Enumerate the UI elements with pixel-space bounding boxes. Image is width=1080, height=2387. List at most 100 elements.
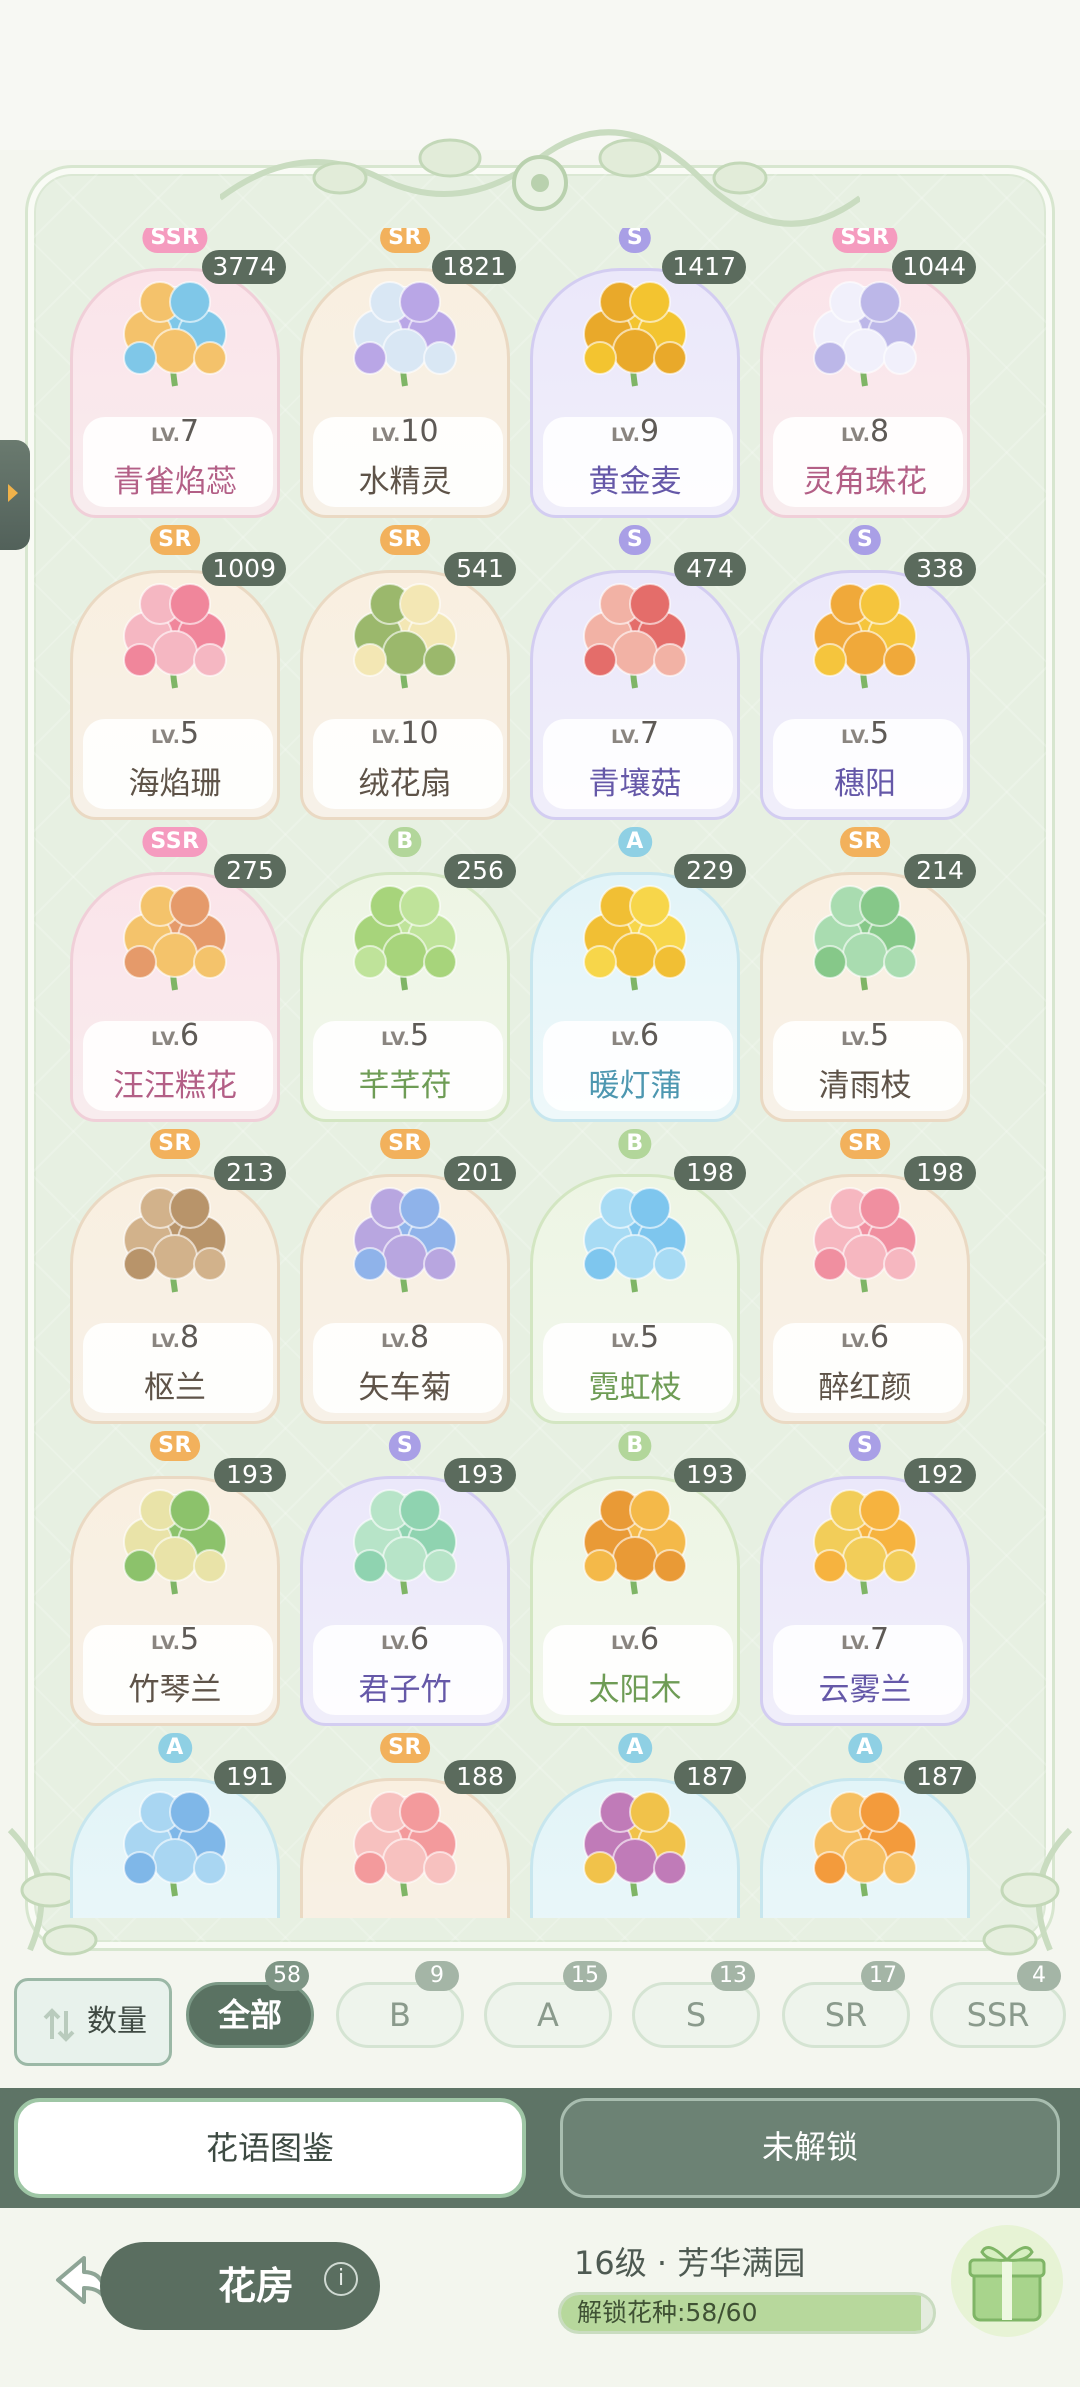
flower-name: 枢兰 bbox=[144, 1370, 206, 1406]
flower-name: 太阳木 bbox=[588, 1672, 682, 1708]
level-prefix: LV. bbox=[610, 424, 640, 446]
filter-chip-label: B bbox=[389, 1996, 411, 2034]
rarity-badge: S bbox=[618, 525, 652, 555]
flower-card[interactable]: SSR 1044 LV.8 灵角珠花 bbox=[760, 228, 976, 518]
flower-card[interactable]: B 256 LV.5 芊芊苻 bbox=[300, 827, 516, 1122]
rarity-badge: SSR bbox=[832, 228, 898, 253]
flower-illustration-icon bbox=[813, 1489, 917, 1595]
sort-by-count-button[interactable]: 数量 bbox=[14, 1978, 172, 2066]
level-value: 6 bbox=[869, 1320, 890, 1355]
flower-illustration-icon bbox=[123, 281, 227, 387]
level-value: 8 bbox=[409, 1320, 430, 1355]
rarity-badge: SR bbox=[150, 525, 200, 555]
flower-card[interactable]: S 1417 LV.9 黄金麦 bbox=[530, 228, 746, 518]
side-drawer-handle[interactable] bbox=[0, 440, 30, 550]
flower-level: LV.6 bbox=[760, 1320, 970, 1355]
flower-illustration-icon bbox=[353, 281, 457, 387]
flower-card[interactable]: SR 188 bbox=[300, 1733, 516, 1918]
flower-card[interactable]: SR 201 LV.8 矢车菊 bbox=[300, 1129, 516, 1424]
tab-flower-codex[interactable]: 花语图鉴 bbox=[14, 2098, 526, 2198]
flower-name: 穗阳 bbox=[834, 766, 896, 802]
filter-chip-ssr[interactable]: SSR 4 bbox=[930, 1961, 1066, 2048]
flower-card[interactable]: SR 193 LV.5 竹琴兰 bbox=[70, 1431, 286, 1726]
rarity-badge: S bbox=[848, 525, 882, 555]
filter-chip-label: SSR bbox=[966, 1996, 1030, 2034]
flower-card[interactable]: A 187 bbox=[760, 1733, 976, 1918]
flower-illustration-icon bbox=[353, 1489, 457, 1595]
flower-card[interactable]: SSR 275 LV.6 汪汪糕花 bbox=[70, 827, 286, 1122]
flower-card[interactable]: SSR 3774 LV.7 青雀焰蕊 bbox=[70, 228, 286, 518]
rarity-badge: SR bbox=[840, 1129, 890, 1159]
flower-card[interactable]: A 229 LV.6 暖灯蒲 bbox=[530, 827, 746, 1122]
flower-name: 清雨枝 bbox=[818, 1068, 912, 1104]
flower-card[interactable]: SR 1009 LV.5 海焰珊 bbox=[70, 525, 286, 820]
filter-chip-sr[interactable]: SR 17 bbox=[782, 1961, 910, 2048]
flower-card[interactable]: S 192 LV.7 云雾兰 bbox=[760, 1431, 976, 1726]
filter-chip-b[interactable]: B9 bbox=[336, 1961, 464, 2048]
filter-chip-a[interactable]: A 15 bbox=[484, 1961, 612, 2048]
flower-level: LV.7 bbox=[530, 716, 740, 751]
progress-label: 解锁花种:58/60 bbox=[577, 2298, 758, 2327]
filter-bar: 数量 全部 58 B 9 A 15 S 13 SR 17 SSR 4 bbox=[0, 1960, 1080, 2070]
filter-chip-label: SR bbox=[824, 1996, 868, 2034]
flower-level: LV.5 bbox=[70, 1622, 280, 1657]
level-value: 5 bbox=[869, 1018, 890, 1053]
flower-count-badge: 193 bbox=[444, 1458, 516, 1492]
rarity-badge: SR bbox=[840, 827, 890, 857]
rarity-badge: SR bbox=[380, 1129, 430, 1159]
flower-name: 云雾兰 bbox=[818, 1672, 912, 1708]
flower-card[interactable]: S 474 LV.7 青壤菇 bbox=[530, 525, 746, 820]
flower-count-badge: 201 bbox=[444, 1156, 516, 1190]
level-prefix: LV. bbox=[380, 1632, 410, 1654]
flower-card[interactable]: SR 541 LV.10 绒花扇 bbox=[300, 525, 516, 820]
flower-name: 竹琴兰 bbox=[128, 1672, 222, 1708]
filter-chip-count: 9 bbox=[415, 1961, 459, 1991]
flower-count-badge: 1009 bbox=[202, 552, 286, 586]
level-value: 8 bbox=[179, 1320, 200, 1355]
flower-name: 霓虹枝 bbox=[588, 1370, 682, 1406]
flower-card[interactable]: S 338 LV.5 穗阳 bbox=[760, 525, 976, 820]
flower-card[interactable]: A 191 bbox=[70, 1733, 286, 1918]
flower-card[interactable]: B 198 LV.5 霓虹枝 bbox=[530, 1129, 746, 1424]
flower-count-badge: 1821 bbox=[432, 250, 516, 284]
flower-illustration-icon bbox=[813, 1791, 917, 1897]
level-value: 7 bbox=[639, 716, 660, 751]
info-icon[interactable]: i bbox=[324, 2262, 358, 2296]
flower-name: 醉红颜 bbox=[818, 1370, 912, 1406]
flower-name: 暖灯蒲 bbox=[588, 1068, 682, 1104]
level-prefix: LV. bbox=[840, 726, 870, 748]
flower-count-badge: 193 bbox=[214, 1458, 286, 1492]
sort-label: 数量 bbox=[87, 2004, 147, 2039]
flower-card[interactable]: SR 1821 LV.10 水精灵 bbox=[300, 228, 516, 518]
level-prefix: LV. bbox=[371, 726, 401, 748]
flower-count-badge: 3774 bbox=[202, 250, 286, 284]
flower-level: LV.7 bbox=[70, 414, 280, 449]
filter-chip-all[interactable]: 全部 58 bbox=[186, 1961, 314, 2048]
flower-illustration-icon bbox=[583, 583, 687, 689]
flower-illustration-icon bbox=[583, 885, 687, 991]
tab-locked[interactable]: 未解锁 bbox=[560, 2098, 1060, 2198]
rarity-badge: SR bbox=[150, 1129, 200, 1159]
flower-card[interactable]: S 193 LV.6 君子竹 bbox=[300, 1431, 516, 1726]
level-value: 6 bbox=[639, 1018, 660, 1053]
flower-illustration-icon bbox=[813, 1187, 917, 1293]
level-value: 10 bbox=[400, 414, 439, 449]
filter-chip-s[interactable]: S 13 bbox=[632, 1961, 760, 2048]
flower-card[interactable]: SR 213 LV.8 枢兰 bbox=[70, 1129, 286, 1424]
flower-level: LV.10 bbox=[300, 414, 510, 449]
unlock-progress-bar: 解锁花种:58/60 bbox=[558, 2292, 936, 2334]
flower-count-badge: 1417 bbox=[662, 250, 746, 284]
flower-illustration-icon bbox=[123, 1187, 227, 1293]
flower-card[interactable]: SR 214 LV.5 清雨枝 bbox=[760, 827, 976, 1122]
flower-level: LV.5 bbox=[70, 716, 280, 751]
flower-card[interactable]: A 187 bbox=[530, 1733, 746, 1918]
level-value: 6 bbox=[179, 1018, 200, 1053]
flower-count-badge: 192 bbox=[904, 1458, 976, 1492]
level-prefix: LV. bbox=[840, 1330, 870, 1352]
flower-illustration-icon bbox=[583, 1187, 687, 1293]
rarity-badge: SR bbox=[380, 525, 430, 555]
gift-box-icon[interactable] bbox=[948, 2222, 1066, 2340]
flower-card[interactable]: SR 198 LV.6 醉红颜 bbox=[760, 1129, 976, 1424]
flower-count-badge: 198 bbox=[674, 1156, 746, 1190]
flower-card[interactable]: B 193 LV.6 太阳木 bbox=[530, 1431, 746, 1726]
